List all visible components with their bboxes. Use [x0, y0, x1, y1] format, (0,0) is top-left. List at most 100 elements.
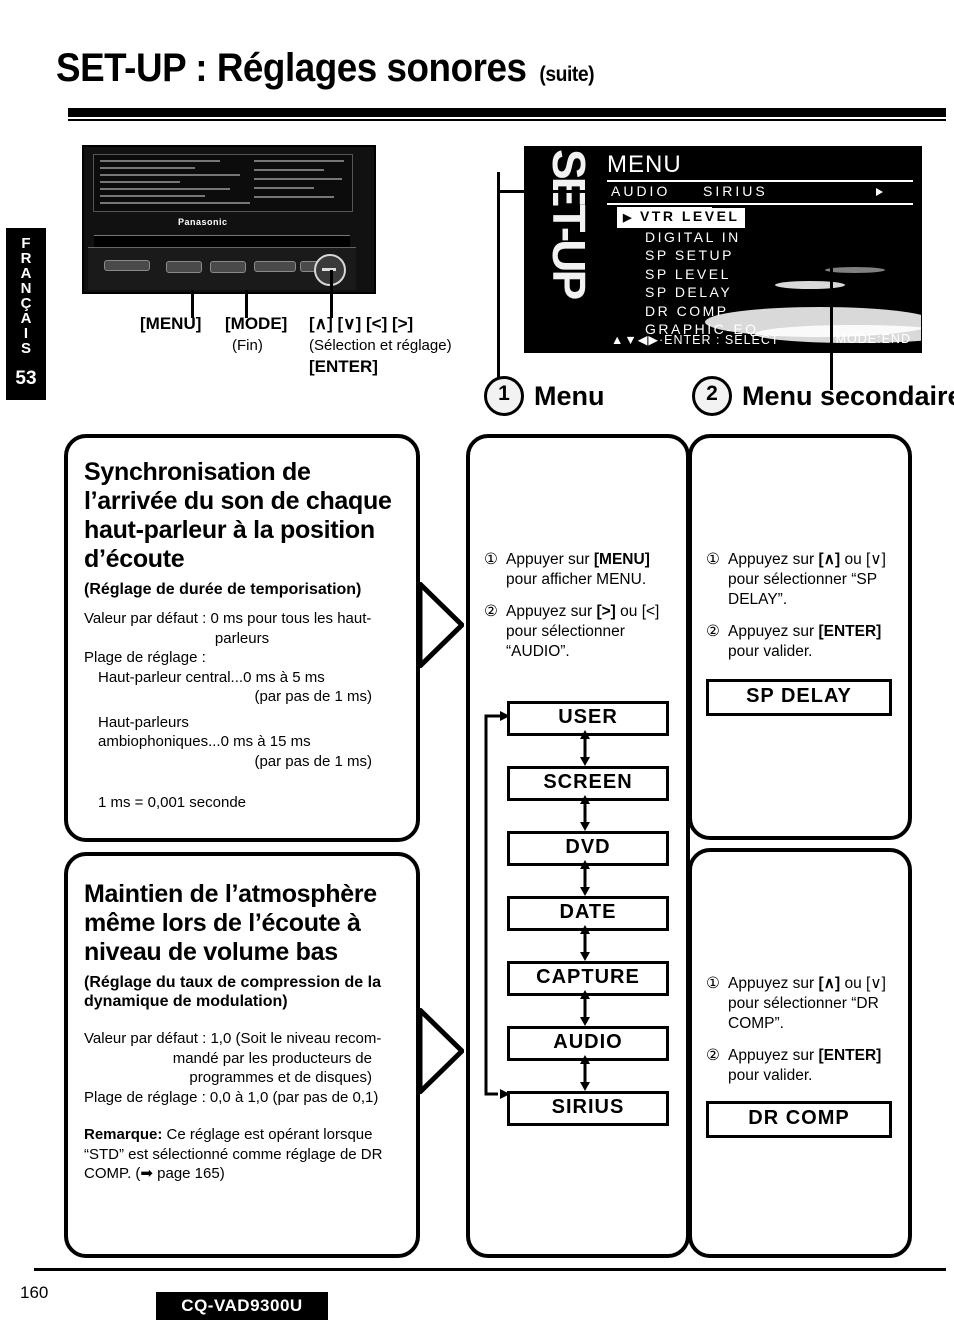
caption-enter: [ENTER] [309, 357, 378, 376]
osd-setup-watermark: SET-UP [543, 149, 595, 298]
menu-step-2-before: Appuyez sur [506, 603, 597, 620]
submenu-1-step-2-number: ② [706, 623, 720, 640]
mode-button-hw[interactable] [210, 261, 246, 273]
panel-submenu-sp-delay: ① Appuyez sur [∧] ou [∨] pour sélectionne… [688, 434, 912, 840]
caption-cursor: [∧] [∨] [<] [>] [309, 314, 414, 333]
osd-title: MENU [607, 151, 682, 178]
callout-line-menu-h [497, 190, 609, 193]
callout-line-submenu-h [712, 205, 832, 208]
osd-item-digital-in[interactable]: DIGITAL IN [617, 228, 797, 247]
flow-connector-1 [578, 730, 592, 771]
chevron-right-icon [876, 188, 883, 196]
result-box-sp-delay[interactable]: SP DELAY [706, 679, 892, 716]
flow-connector-5 [578, 990, 592, 1031]
panel-1-line-6: Haut-parleurs [98, 713, 189, 731]
panel-2-note-label: Remarque: [84, 1126, 163, 1143]
panel-1-body: Valeur par défaut : 0 ms pour tous les h… [84, 609, 400, 813]
section-number-2: 2 [692, 376, 732, 416]
section-label-1: Menu [534, 380, 605, 411]
osd-item-sp-delay[interactable]: SP DELAY [617, 283, 797, 302]
osd-menu-list: VTR LEVEL DIGITAL IN SP SETUP SP LEVEL S… [617, 207, 797, 339]
menu-steps: ① Appuyer sur [MENU] pour afficher MENU. … [470, 438, 686, 662]
panel-1-line-4: Haut-parleur central...0 ms à 5 ms [98, 668, 325, 686]
submenu-1-step-1: ① Appuyez sur [∧] ou [∨] pour sélectionne… [706, 550, 896, 610]
panel-1-line-9: 1 ms = 0,001 seconde [98, 794, 247, 811]
menu-button-hw[interactable] [166, 261, 202, 273]
panel-dr-comp-description: Maintien de l’atmosphère même lors de l’… [64, 852, 420, 1258]
panel-2-note: Remarque: Ce réglage est opérant lorsque… [84, 1125, 400, 1184]
submenu-2-step-2-key: [ENTER] [818, 1047, 882, 1064]
language-tab: FRANÇAIS 53 [6, 228, 46, 400]
caption-mode: [MODE] [225, 314, 288, 333]
menu-step-1-after: pour afficher MENU. [506, 571, 647, 588]
panel-1-subtitle: (Réglage de durée de temporisation) [84, 581, 362, 598]
panel-2-line-1: Valeur par défaut : 1,0 (Soit le niveau … [84, 1030, 382, 1047]
osd-screenshot: SET-UP MENU AUDIO SIRIUS VTR LEVEL DIGIT… [524, 146, 922, 353]
section-heading-submenu: 2 Menu secondaire [692, 376, 954, 416]
panel-2-line-2: mandé par les producteurs de [172, 1049, 372, 1067]
section-heading-menu: 1 Menu [484, 376, 605, 416]
footer-divider [34, 1268, 946, 1271]
osd-tab-audio[interactable]: AUDIO [611, 183, 670, 199]
osd-item-sp-level[interactable]: SP LEVEL [617, 265, 797, 284]
flow-connector-4 [578, 925, 592, 966]
submenu-1-step-1-key: [∧] [818, 551, 841, 568]
caption-cursor-sub: (Sélection et réglage) [309, 337, 452, 354]
panel-2-title: Maintien de l’atmosphère même lors de l’… [84, 880, 377, 966]
head-unit-display [93, 154, 353, 212]
misc-button-2[interactable] [254, 261, 296, 272]
submenu-1-step-1-number: ① [706, 551, 720, 568]
menu-step-1: ① Appuyer sur [MENU] pour afficher MENU. [484, 550, 674, 590]
osd-tab-row: AUDIO SIRIUS [611, 183, 911, 203]
panel-submenu-dr-comp: ① Appuyez sur [∧] ou [∨] pour sélectionne… [688, 848, 912, 1258]
submenu-1-step-1-before: Appuyez sur [728, 551, 819, 568]
submenu-1-step-2-key: [ENTER] [818, 623, 882, 640]
flow-connector-3 [578, 860, 592, 901]
menu-step-2-number: ② [484, 603, 498, 620]
osd-item-vtr-level[interactable]: VTR LEVEL [617, 207, 746, 228]
osd-item-sp-setup[interactable]: SP SETUP [617, 246, 797, 265]
menu-step-2: ② Appuyez sur [>] ou [<] pour sélectionne… [484, 602, 674, 662]
submenu-2-step-1-number: ① [706, 975, 720, 992]
osd-hint-bar: ▲▼◀▶·ENTER : SELECT MODE:END [607, 330, 913, 350]
head-unit-faceplate [88, 247, 356, 290]
footer-page-number: 160 [20, 1283, 49, 1302]
leader-line-cursor [330, 270, 333, 318]
flow-loop-line [478, 701, 510, 1109]
submenu-1-step-2-after: pour valider. [728, 643, 813, 660]
panel-1-line-5: (par pas de 1 ms) [254, 688, 372, 705]
menu-step-1-before: Appuyer sur [506, 551, 594, 568]
language-tab-page-number: 53 [15, 368, 37, 389]
callout-line-submenu-v [830, 205, 833, 390]
flow-connector-2 [578, 795, 592, 836]
submenu-1-step-2: ② Appuyez sur [ENTER] pour valider. [706, 622, 896, 662]
panel-2-line-4: Plage de réglage : 0,0 à 1,0 (par pas de… [84, 1088, 379, 1106]
panel-2-body: Valeur par défaut : 1,0 (Soit le niveau … [84, 1029, 400, 1107]
flow-connector-6 [578, 1055, 592, 1096]
submenu-2-step-1-before: Appuyez sur [728, 975, 819, 992]
language-tab-label: FRANÇAIS [20, 235, 32, 357]
submenu-2-step-2-number: ② [706, 1047, 720, 1064]
osd-tab-sirius[interactable]: SIRIUS [703, 183, 768, 199]
menu-step-1-key: [MENU] [593, 551, 650, 568]
title-divider [68, 108, 946, 121]
menu-step-1-number: ① [484, 551, 498, 568]
result-box-dr-comp[interactable]: DR COMP [706, 1101, 892, 1138]
flow-item-sirius[interactable]: SIRIUS [507, 1091, 669, 1126]
caption-mode-sub: (Fin) [232, 337, 263, 354]
panel-1-line-2: parleurs [214, 629, 270, 647]
osd-hint-end: MODE:END [835, 332, 911, 346]
menu-step-2-key: [>] [596, 603, 616, 620]
osd-hint-select: ▲▼◀▶·ENTER : SELECT [611, 333, 780, 347]
submenu-2-step-2-after: pour valider. [728, 1067, 813, 1084]
osd-divider-top [607, 180, 913, 182]
misc-button-1[interactable] [104, 260, 150, 271]
osd-item-dr-comp[interactable]: DR COMP [617, 302, 797, 321]
page-title: SET-UP : Réglages sonores (suite) [56, 46, 700, 91]
panel-1-title: Synchronisation de l’arrivée du son de c… [84, 458, 392, 573]
section-number-1: 1 [484, 376, 524, 416]
page-title-suffix: (suite) [539, 63, 595, 86]
flow-arrow-1 [417, 578, 466, 672]
panel-2-line-3: programmes et de disques) [189, 1069, 372, 1086]
submenu-2-step-2-before: Appuyez sur [728, 1047, 819, 1064]
